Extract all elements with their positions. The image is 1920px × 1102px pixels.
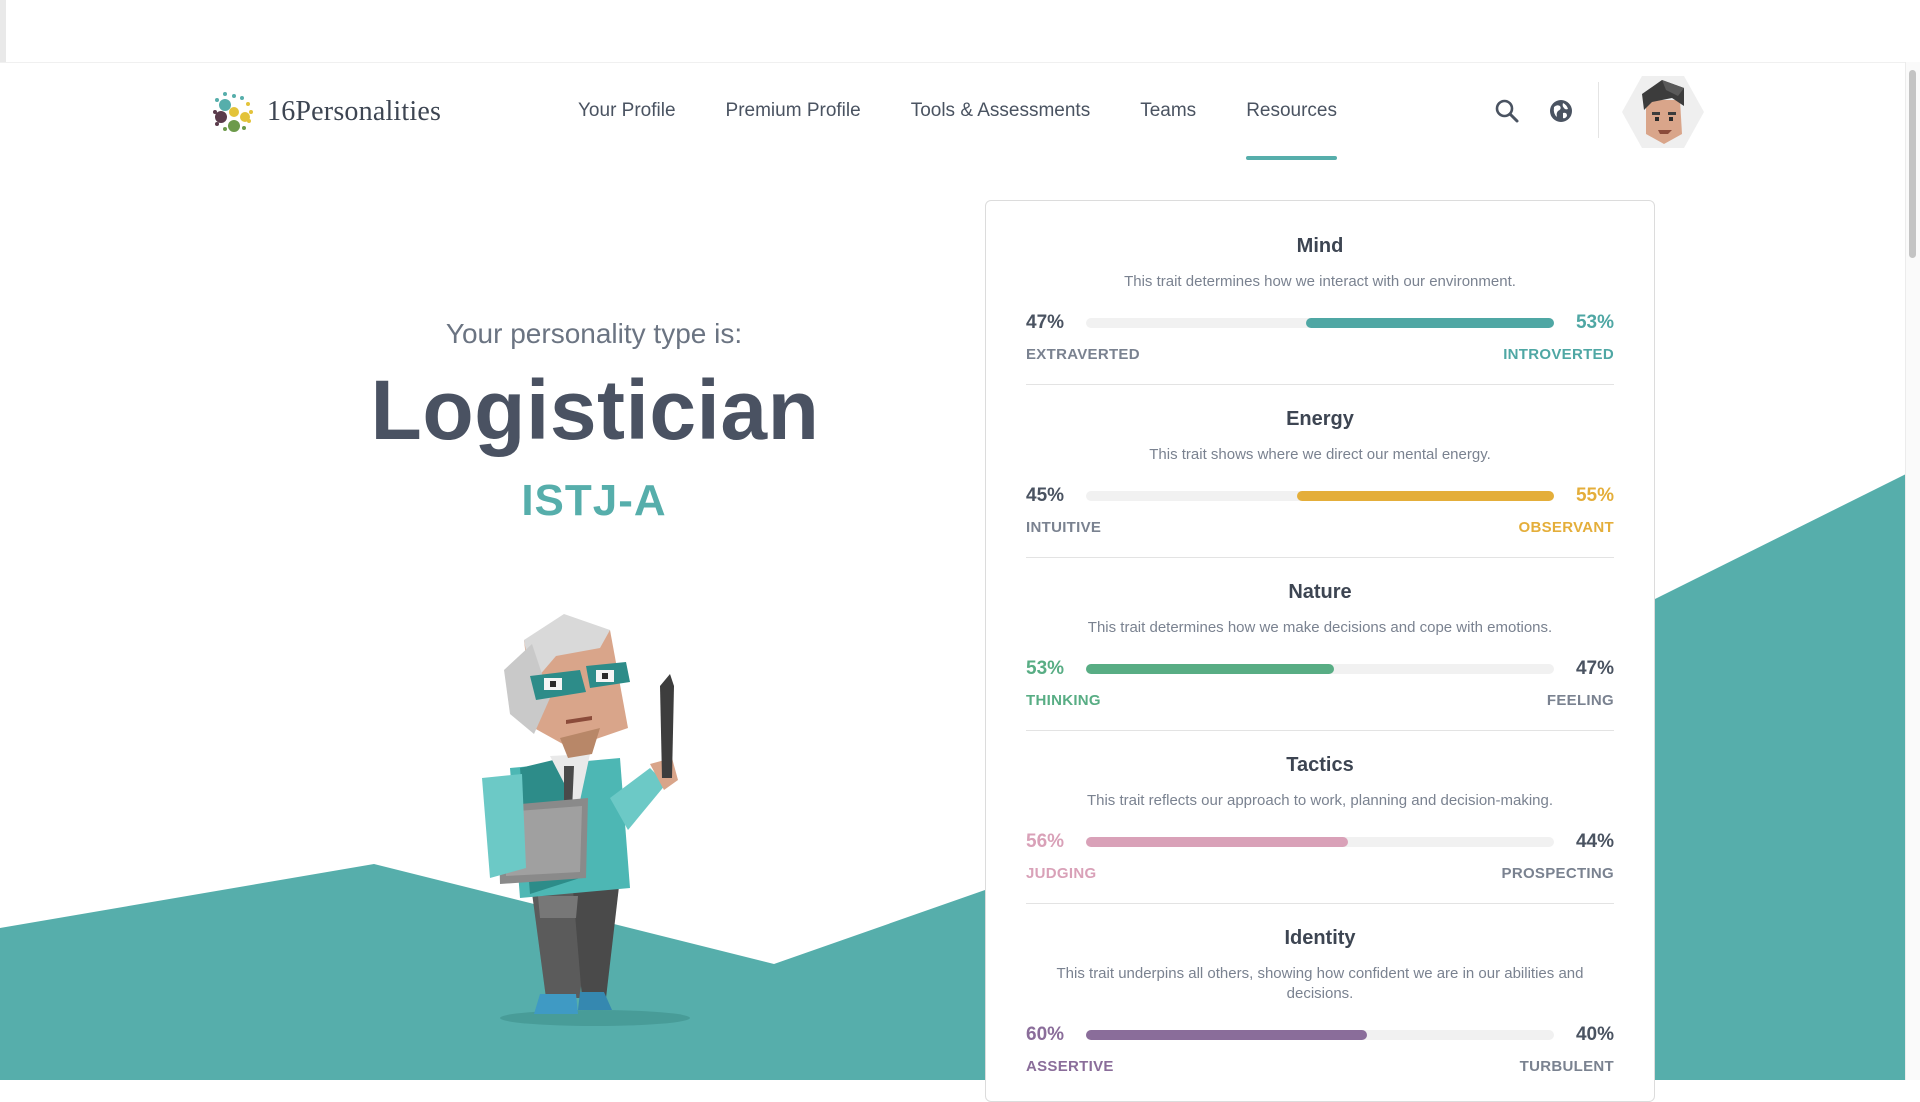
language-button[interactable] — [1544, 94, 1578, 128]
trait-right-percent: 47% — [1575, 658, 1614, 679]
trait-separator — [1026, 730, 1614, 731]
trait-labels: ASSERTIVE TURBULENT — [1026, 1058, 1614, 1076]
site-logo[interactable]: 16Personalities — [207, 85, 441, 139]
nav-your-profile[interactable]: Your Profile — [578, 62, 676, 160]
search-button[interactable] — [1490, 94, 1524, 128]
nav-resources[interactable]: Resources — [1246, 62, 1337, 160]
trait-identity: Identity This trait underpins all others,… — [1026, 927, 1614, 1076]
main-nav: Your Profile Premium Profile Tools & Ass… — [578, 62, 1387, 160]
trait-left-percent: 47% — [1026, 312, 1065, 333]
page-scrollbar[interactable] — [1905, 62, 1920, 1080]
trait-left-percent: 53% — [1026, 658, 1065, 679]
trait-right-label: OBSERVANT — [1518, 519, 1614, 536]
trait-bar-fill — [1305, 318, 1554, 328]
trait-bar-row: 53% 47% — [1026, 658, 1614, 680]
personality-title: Logistician — [370, 363, 820, 457]
trait-bar-fill — [1086, 837, 1349, 847]
trait-title: Energy — [1286, 408, 1354, 430]
trait-description: This trait determines how we interact wi… — [1124, 273, 1516, 290]
logistician-character-illustration — [482, 614, 690, 1026]
trait-left-label: INTUITIVE — [1026, 519, 1102, 536]
trait-labels: INTUITIVE OBSERVANT — [1026, 519, 1614, 537]
trait-description: This trait shows where we direct our men… — [1149, 446, 1491, 463]
trait-bar-track — [1086, 491, 1554, 501]
trait-right-percent: 44% — [1575, 831, 1614, 852]
nav-premium-profile[interactable]: Premium Profile — [726, 62, 861, 160]
trait-bar-track — [1086, 1030, 1554, 1040]
trait-right-label: TURBULENT — [1519, 1058, 1614, 1075]
trait-bar-fill — [1086, 664, 1335, 674]
trait-bar-row: 60% 40% — [1026, 1024, 1614, 1046]
trait-nature: Nature This trait determines how we make … — [1026, 581, 1614, 731]
personality-subtitle: Your personality type is: — [445, 318, 743, 349]
trait-description: This trait reflects our approach to work… — [1086, 792, 1554, 809]
trait-bar-row: 45% 55% — [1026, 485, 1614, 507]
nav-tools-assessments[interactable]: Tools & Assessments — [911, 62, 1091, 160]
trait-left-label: THINKING — [1026, 692, 1101, 709]
trait-bar-fill — [1296, 491, 1554, 501]
trait-right-percent: 53% — [1575, 312, 1614, 333]
trait-right-label: FEELING — [1546, 692, 1614, 709]
site-header: 16Personalities Your Profile Premium Pro… — [0, 62, 1920, 160]
trait-title: Nature — [1288, 581, 1352, 603]
trait-bar-track — [1086, 664, 1554, 674]
trait-left-label: JUDGING — [1026, 865, 1097, 882]
trait-separator — [1026, 903, 1614, 904]
trait-title: Mind — [1296, 235, 1344, 257]
trait-left-percent: 60% — [1026, 1024, 1065, 1045]
logo-dots-icon — [213, 92, 253, 132]
trait-tactics: Tactics This trait reflects our approach … — [1026, 754, 1614, 904]
trait-left-label: EXTRAVERTED — [1026, 346, 1140, 363]
trait-separator — [1026, 557, 1614, 558]
trait-title: Tactics — [1286, 754, 1354, 776]
personality-code: ISTJ-A — [521, 476, 667, 525]
trait-description: This trait determines how we make decisi… — [1087, 619, 1553, 636]
trait-bar-track — [1086, 837, 1554, 847]
scrollbar-thumb[interactable] — [1909, 70, 1916, 258]
globe-icon — [1550, 100, 1572, 122]
user-avatar[interactable] — [1622, 74, 1704, 150]
trait-left-label: ASSERTIVE — [1026, 1058, 1114, 1075]
nav-teams[interactable]: Teams — [1140, 62, 1196, 160]
trait-right-label: INTROVERTED — [1503, 346, 1614, 363]
trait-bar-track — [1086, 318, 1554, 328]
trait-right-percent: 55% — [1575, 485, 1614, 506]
personality-traits-card: Mind This trait determines how we interac… — [985, 200, 1655, 1102]
trait-energy: Energy This trait shows where we direct o… — [1026, 408, 1614, 558]
trait-description: This trait underpins all others, showing… — [1056, 965, 1584, 1002]
trait-right-label: PROSPECTING — [1501, 865, 1614, 882]
trait-left-percent: 56% — [1026, 831, 1065, 852]
search-icon — [1495, 99, 1519, 123]
trait-left-percent: 45% — [1026, 485, 1065, 506]
trait-separator — [1026, 384, 1614, 385]
trait-labels: JUDGING PROSPECTING — [1026, 865, 1614, 883]
trait-mind: Mind This trait determines how we interac… — [1026, 235, 1614, 385]
trait-title: Identity — [1284, 927, 1356, 949]
logo-text: 16Personalities — [267, 96, 442, 127]
trait-right-percent: 40% — [1575, 1024, 1614, 1045]
trait-bar-row: 56% 44% — [1026, 831, 1614, 853]
trait-bar-row: 47% 53% — [1026, 312, 1614, 334]
trait-labels: EXTRAVERTED INTROVERTED — [1026, 346, 1614, 364]
header-divider — [1598, 82, 1599, 138]
trait-labels: THINKING FEELING — [1026, 692, 1614, 710]
trait-bar-fill — [1086, 1030, 1367, 1040]
